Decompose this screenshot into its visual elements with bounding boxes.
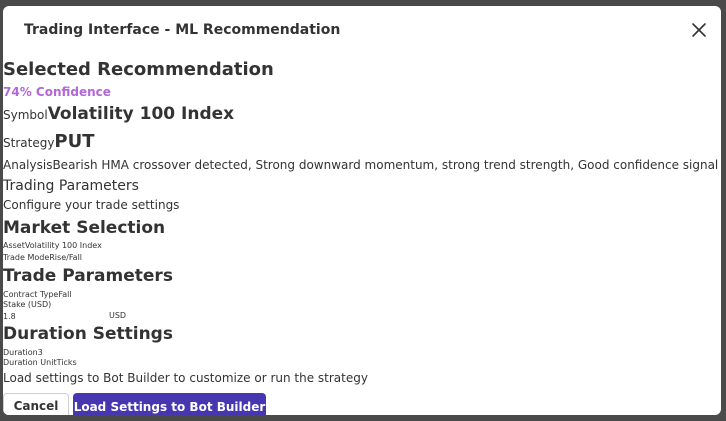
strategy-label: Strategy: [3, 136, 55, 150]
duration-unit-value[interactable]: Ticks: [57, 358, 77, 367]
analysis-label: Analysis: [3, 158, 53, 172]
duration-label: Duration: [3, 348, 38, 357]
stake-currency: USD: [109, 311, 127, 320]
trade-parameters-title: Trade Parameters: [3, 266, 173, 286]
load-settings-note: Load settings to Bot Builder to customiz…: [3, 371, 368, 385]
strategy-value: PUT: [54, 131, 95, 152]
contract-type-row[interactable]: Contract TypeFall: [3, 290, 72, 299]
ml-recommendation-modal: Trading Interface - ML Recommendation Se…: [3, 6, 721, 415]
load-settings-button[interactable]: Load Settings to Bot Builder: [73, 393, 266, 415]
asset-value[interactable]: Volatility 100 Index: [25, 241, 102, 250]
trade-mode-row[interactable]: Trade ModeRise/Fall: [3, 253, 82, 262]
symbol-row: SymbolVolatility 100 Index: [3, 104, 234, 124]
stake-label: Stake (USD): [3, 300, 52, 309]
duration-unit-row[interactable]: Duration UnitTicks: [3, 358, 77, 367]
analysis-row: AnalysisBearish HMA crossover detected, …: [3, 158, 718, 172]
close-button[interactable]: [689, 20, 709, 40]
confidence-badge: 74% Confidence: [3, 85, 111, 99]
market-selection-title: Market Selection: [3, 218, 166, 238]
trading-parameters-subtitle: Configure your trade settings: [3, 198, 180, 212]
trading-parameters-title: Trading Parameters: [3, 178, 139, 194]
duration-value[interactable]: 3: [38, 348, 43, 357]
symbol-label: Symbol: [3, 108, 48, 122]
duration-settings-title: Duration Settings: [3, 324, 173, 344]
asset-row[interactable]: AssetVolatility 100 Index: [3, 241, 102, 250]
close-icon[interactable]: [689, 20, 709, 40]
symbol-value: Volatility 100 Index: [47, 104, 235, 124]
contract-type-label: Contract Type: [3, 290, 59, 299]
cancel-button[interactable]: Cancel: [3, 393, 69, 415]
modal-title: Trading Interface - ML Recommendation: [24, 22, 341, 38]
strategy-row: StrategyPUT: [3, 131, 95, 152]
trade-mode-value[interactable]: Rise/Fall: [49, 253, 82, 262]
asset-label: Asset: [3, 241, 25, 250]
duration-unit-label: Duration Unit: [3, 358, 57, 367]
contract-type-value[interactable]: Fall: [58, 290, 71, 299]
analysis-value: Bearish HMA crossover detected, Strong d…: [52, 158, 719, 172]
trade-mode-label: Trade Mode: [3, 253, 50, 262]
stake-input[interactable]: [3, 311, 103, 321]
selected-recommendation-heading: Selected Recommendation: [3, 59, 274, 80]
duration-row[interactable]: Duration3: [3, 348, 43, 357]
modal-header: Trading Interface - ML Recommendation: [3, 6, 721, 58]
